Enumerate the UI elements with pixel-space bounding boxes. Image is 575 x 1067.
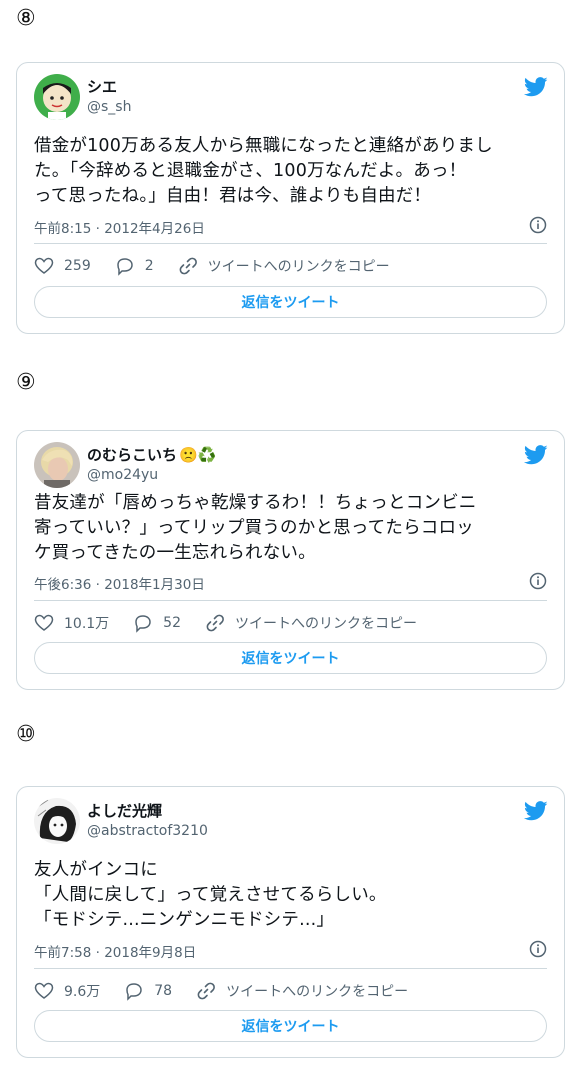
timestamp[interactable]: 午後6:36 · 2018年1月30日 <box>34 573 205 593</box>
tweet-card[interactable]: よしだ光輝 @abstractof3210 友人がインコに 「人間に戻して」って… <box>16 786 565 1058</box>
tweet-text: 借金が100万ある友人から無職になったと連絡がありまし た。「今辞めると退職金が… <box>34 136 493 206</box>
divider <box>34 600 547 601</box>
tweet-actions: 259 2 ツイートへのリンクをコピー <box>34 256 414 276</box>
tweet-text: 昔友達が「唇めっちゃ乾燥するわ！！ちょっとコンビニ 寄っていい？」ってリップ買う… <box>34 493 477 563</box>
link-icon <box>179 257 197 275</box>
display-name[interactable]: よしだ光輝 <box>87 802 162 820</box>
avatar[interactable] <box>34 74 80 120</box>
like-button[interactable]: 259 <box>34 256 91 276</box>
reply-icon <box>126 983 143 1001</box>
info-icon[interactable] <box>529 940 547 958</box>
heart-icon <box>34 614 54 631</box>
handle[interactable]: @mo24yu <box>87 466 158 484</box>
tweet-number: ⑨ <box>16 370 36 395</box>
copy-link-button[interactable]: ツイートへのリンクをコピー <box>178 256 390 276</box>
reply-count: 78 <box>154 983 173 999</box>
reply-count-button[interactable]: 2 <box>115 256 154 276</box>
copy-link-label: ツイートへのリンクをコピー <box>235 616 417 632</box>
reply-count: 2 <box>144 258 154 274</box>
display-name[interactable]: シエ <box>87 78 117 96</box>
timestamp[interactable]: 午前7:58 · 2018年9月8日 <box>34 941 196 961</box>
reply-tweet-button[interactable]: 返信をツイート <box>34 642 547 674</box>
like-count: 10.1万 <box>64 616 110 632</box>
reply-count-button[interactable]: 52 <box>133 613 181 633</box>
avatar[interactable] <box>34 442 80 488</box>
tweet-text: 友人がインコに 「人間に戻して」って覚えさせてるらしい。 「モドシテ...ニンゲ… <box>34 860 387 930</box>
like-button[interactable]: 9.6万 <box>34 981 100 1001</box>
copy-link-button[interactable]: ツイートへのリンクをコピー <box>196 981 408 1001</box>
tweet-actions: 10.1万 52 ツイートへのリンクをコピー <box>34 613 441 633</box>
twitter-bird-icon[interactable] <box>524 801 548 821</box>
heart-icon <box>34 257 54 274</box>
reply-icon <box>116 258 133 276</box>
reply-tweet-button[interactable]: 返信をツイート <box>34 1010 547 1042</box>
link-icon <box>197 982 216 1000</box>
display-name-text: のむらこいち <box>87 446 178 464</box>
heart-icon <box>34 982 54 999</box>
copy-link-label: ツイートへのリンクをコピー <box>207 259 390 275</box>
avatar[interactable] <box>34 798 80 844</box>
reply-count-button[interactable]: 78 <box>124 981 172 1001</box>
copy-link-label: ツイートへのリンクをコピー <box>226 984 409 1000</box>
reply-icon <box>135 615 151 633</box>
tweet-card[interactable]: のむらこいち 🙁♻️ @mo24yu 昔友達が「唇めっちゃ乾燥するわ！！ちょっと… <box>16 430 565 690</box>
like-count: 9.6万 <box>64 984 101 1000</box>
reply-count: 52 <box>163 615 181 631</box>
display-name[interactable]: のむらこいち 🙁♻️ <box>87 446 216 464</box>
twitter-bird-icon[interactable] <box>524 445 548 465</box>
twitter-bird-icon[interactable] <box>524 77 548 97</box>
divider <box>34 243 547 244</box>
tweet-card[interactable]: シエ @s_sh 借金が100万ある友人から無職になったと連絡がありまし た。「… <box>16 62 565 334</box>
copy-link-button[interactable]: ツイートへのリンクをコピー <box>205 613 417 633</box>
like-button[interactable]: 10.1万 <box>34 613 109 633</box>
info-icon[interactable] <box>529 216 547 234</box>
reply-tweet-button[interactable]: 返信をツイート <box>34 286 547 318</box>
display-name-emoji: 🙁♻️ <box>179 446 217 464</box>
info-icon[interactable] <box>529 572 547 590</box>
like-count: 259 <box>64 258 91 274</box>
divider <box>34 968 547 969</box>
handle[interactable]: @s_sh <box>87 98 131 116</box>
tweet-number: ⑩ <box>16 722 36 747</box>
handle[interactable]: @abstractof3210 <box>87 822 208 840</box>
timestamp[interactable]: 午前8:15 · 2012年4月26日 <box>34 217 205 237</box>
tweet-number: ⑧ <box>16 6 36 31</box>
tweet-actions: 9.6万 78 ツイートへのリンクをコピー <box>34 981 432 1001</box>
link-icon <box>206 614 224 632</box>
